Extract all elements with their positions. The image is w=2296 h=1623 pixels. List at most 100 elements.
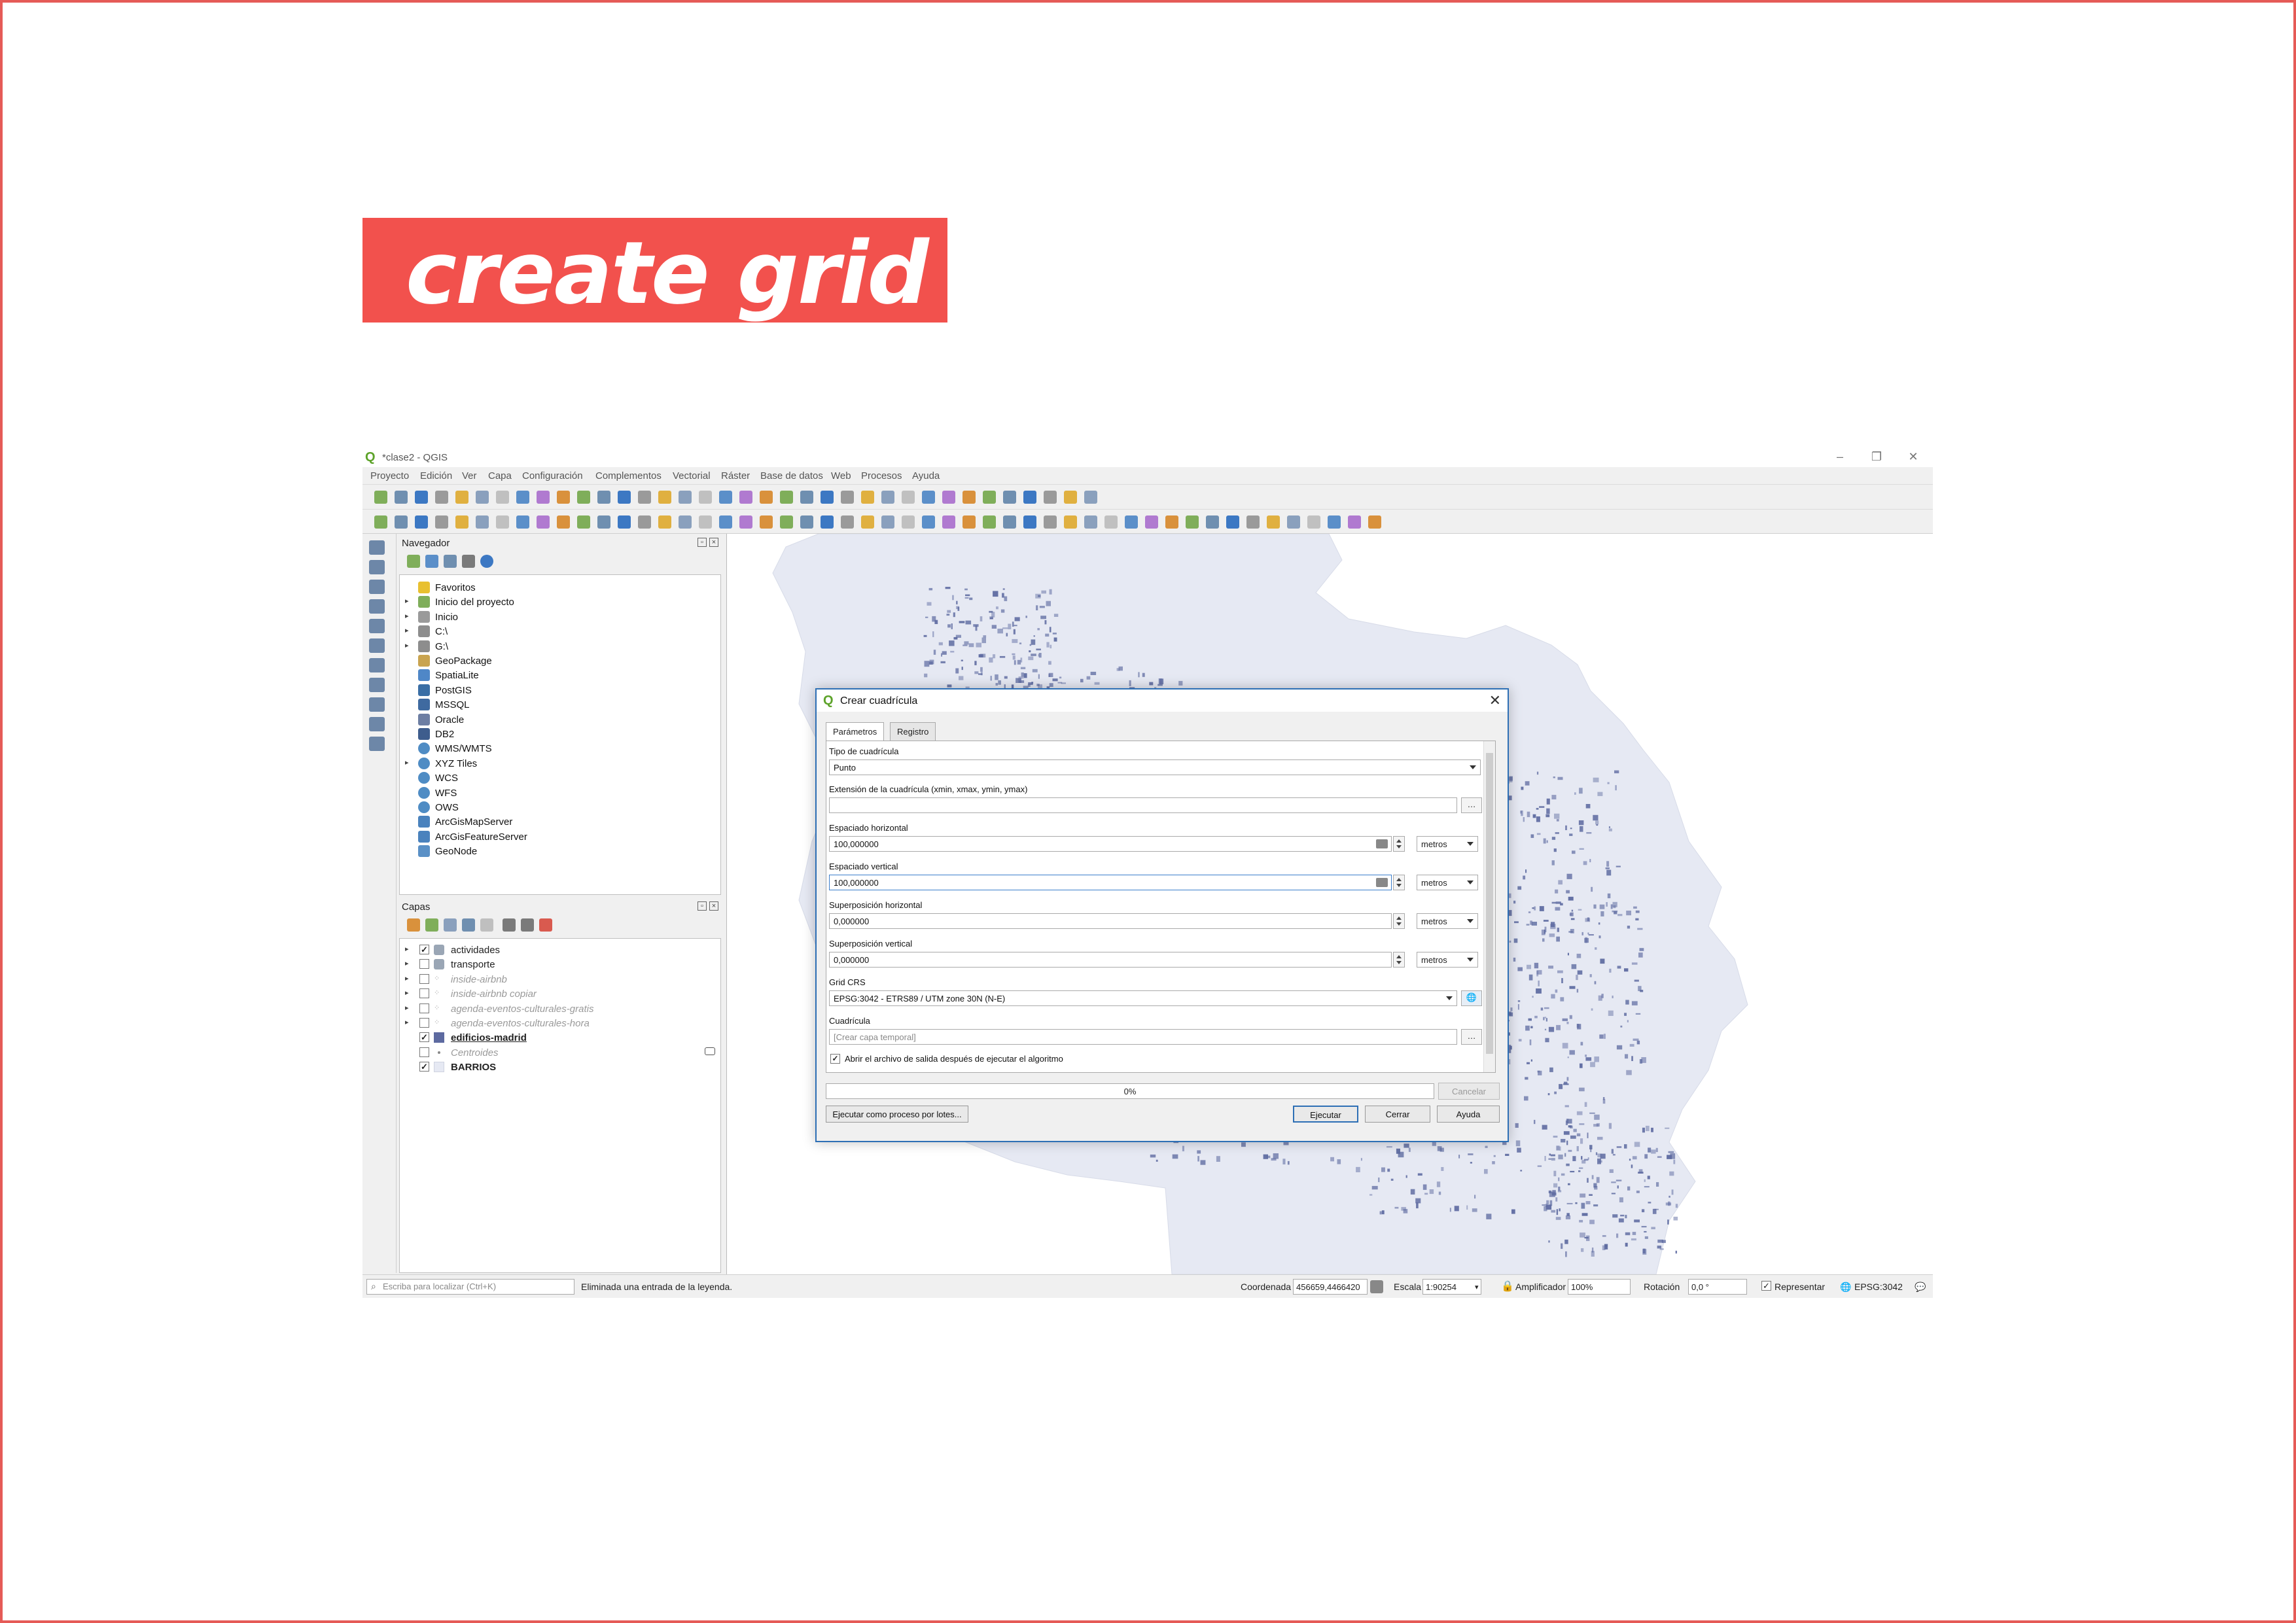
- toolbar-button-icon[interactable]: [821, 491, 834, 504]
- menu-web[interactable]: Web: [831, 470, 851, 481]
- navigator-item[interactable]: ▸ C:\: [400, 624, 720, 638]
- toolbar-button-icon[interactable]: [942, 491, 955, 504]
- layer-item[interactable]: ▸ ⁘ inside-airbnb copiar: [400, 986, 720, 1001]
- toolbar-button-icon[interactable]: [1246, 515, 1260, 529]
- toolbar-button-icon[interactable]: [658, 515, 671, 529]
- toolbar-button-icon[interactable]: [942, 515, 955, 529]
- layer-visibility-checkbox[interactable]: [419, 988, 429, 999]
- toolbar-button-icon[interactable]: [618, 491, 631, 504]
- filter-legend-icon[interactable]: [462, 918, 475, 932]
- toolbar-button-icon[interactable]: [1023, 491, 1036, 504]
- remove-layer-icon[interactable]: [539, 918, 552, 932]
- collapse-all-icon[interactable]: [521, 918, 534, 932]
- layer-visibility-checkbox[interactable]: ✓: [419, 1062, 429, 1072]
- panel-close-icon[interactable]: ×: [709, 538, 718, 547]
- toolbar-button-icon[interactable]: [415, 491, 428, 504]
- toolbar-button-icon[interactable]: [658, 491, 671, 504]
- layer-visibility-checkbox[interactable]: [419, 1018, 429, 1028]
- toolbar-button-icon[interactable]: [1226, 515, 1239, 529]
- tab-parametros[interactable]: Parámetros: [826, 722, 885, 741]
- menu-vectorial[interactable]: Vectorial: [673, 470, 711, 481]
- toolbar-button-icon[interactable]: [435, 491, 448, 504]
- expand-arrow-icon[interactable]: ▸: [405, 945, 409, 953]
- output-browse-button[interactable]: …: [1461, 1029, 1482, 1045]
- toolbar-button-icon[interactable]: [963, 491, 976, 504]
- minimize-button[interactable]: –: [1827, 450, 1853, 464]
- toolbar-button-icon[interactable]: [1206, 515, 1219, 529]
- expand-arrow-icon[interactable]: ▸: [405, 612, 409, 620]
- expand-arrow-icon[interactable]: ▸: [405, 641, 409, 650]
- add-layer-tool-icon[interactable]: [369, 540, 385, 555]
- menu-procesos[interactable]: Procesos: [861, 470, 902, 481]
- locator-search-input[interactable]: ⌕ Escriba para localizar (Ctrl+K): [366, 1279, 574, 1295]
- toolbar-button-icon[interactable]: [1023, 515, 1036, 529]
- refresh-icon[interactable]: [425, 555, 438, 568]
- toolbar-button-icon[interactable]: [881, 491, 894, 504]
- manage-map-themes-icon[interactable]: [444, 918, 457, 932]
- tab-registro[interactable]: Registro: [890, 722, 936, 741]
- expand-arrow-icon[interactable]: ▸: [405, 974, 409, 983]
- toolbar-button-icon[interactable]: [455, 515, 468, 529]
- toolbar-button-icon[interactable]: [476, 515, 489, 529]
- toolbar-button-icon[interactable]: [1104, 515, 1118, 529]
- toolbar-button-icon[interactable]: [537, 515, 550, 529]
- layer-item[interactable]: ✓ edificios-madrid: [400, 1030, 720, 1045]
- toolbar-button-icon[interactable]: [760, 515, 773, 529]
- rotation-field[interactable]: 0,0 °: [1688, 1279, 1747, 1295]
- hoverlay-input[interactable]: 0,000000: [829, 913, 1392, 929]
- toolbar-button-icon[interactable]: [760, 491, 773, 504]
- extent-browse-button[interactable]: …: [1461, 797, 1482, 813]
- toolbar-button-icon[interactable]: [1307, 515, 1320, 529]
- navigator-item[interactable]: ▸ Inicio del proyecto: [400, 595, 720, 609]
- navigator-item[interactable]: WMS/WMTS: [400, 741, 720, 756]
- layer-item[interactable]: ▸ ⁘ inside-airbnb: [400, 972, 720, 986]
- toolbar-button-icon[interactable]: [922, 491, 935, 504]
- toolbar-button-icon[interactable]: [983, 515, 996, 529]
- toolbar-button-icon[interactable]: [963, 515, 976, 529]
- toolbar-button-icon[interactable]: [395, 515, 408, 529]
- crs-selector-icon[interactable]: 🌐: [1461, 990, 1482, 1006]
- vspacing-units-select[interactable]: metros: [1417, 875, 1478, 890]
- hspacing-spinner[interactable]: [1393, 836, 1405, 852]
- toolbar-button-icon[interactable]: [1328, 515, 1341, 529]
- navigator-item[interactable]: WCS: [400, 771, 720, 785]
- toggle-extents-icon[interactable]: [1370, 1280, 1383, 1293]
- toolbar-button-icon[interactable]: [739, 491, 752, 504]
- toolbar-button-icon[interactable]: [597, 491, 610, 504]
- toolbar-button-icon[interactable]: [1145, 515, 1158, 529]
- lock-icon[interactable]: 🔒: [1501, 1280, 1514, 1293]
- toolbar-button-icon[interactable]: [780, 515, 793, 529]
- panel-float-icon[interactable]: ▫: [698, 538, 707, 547]
- run-button[interactable]: Ejecutar: [1293, 1106, 1358, 1123]
- toolbar-button-icon[interactable]: [719, 515, 732, 529]
- menu-proyecto[interactable]: Proyecto: [370, 470, 409, 481]
- menu-base-de-datos[interactable]: Base de datos: [760, 470, 823, 481]
- toolbar-button-icon[interactable]: [435, 515, 448, 529]
- navigator-item[interactable]: DB2: [400, 727, 720, 741]
- toolbar-button-icon[interactable]: [1186, 515, 1199, 529]
- extent-input[interactable]: [829, 797, 1457, 813]
- add-layer-tool-icon[interactable]: [369, 658, 385, 672]
- scale-dropdown-icon[interactable]: ▾: [1475, 1283, 1479, 1291]
- toolbar-button-icon[interactable]: [496, 515, 509, 529]
- style-icon[interactable]: [407, 918, 420, 932]
- restore-button[interactable]: ❐: [1863, 450, 1890, 464]
- hoverlay-units-select[interactable]: metros: [1417, 913, 1478, 929]
- add-layer-tool-icon[interactable]: [369, 638, 385, 653]
- navigator-item[interactable]: ▸ Inicio: [400, 610, 720, 624]
- menu-edicion[interactable]: Edición: [420, 470, 452, 481]
- toolbar-button-icon[interactable]: [1267, 515, 1280, 529]
- toolbar-button-icon[interactable]: [1064, 515, 1077, 529]
- toolbar-button-icon[interactable]: [557, 515, 570, 529]
- navigator-item[interactable]: Oracle: [400, 712, 720, 727]
- form-scrollbar[interactable]: [1483, 741, 1495, 1072]
- toolbar-button-icon[interactable]: [1348, 515, 1361, 529]
- toolbar-button-icon[interactable]: [1368, 515, 1381, 529]
- layer-visibility-checkbox[interactable]: [419, 1003, 429, 1013]
- vspacing-spinner[interactable]: [1393, 875, 1405, 890]
- toolbar-button-icon[interactable]: [638, 515, 651, 529]
- navigator-item[interactable]: GeoNode: [400, 844, 720, 858]
- filter-icon[interactable]: [444, 555, 457, 568]
- toolbar-button-icon[interactable]: [800, 491, 813, 504]
- info-icon[interactable]: [480, 555, 493, 568]
